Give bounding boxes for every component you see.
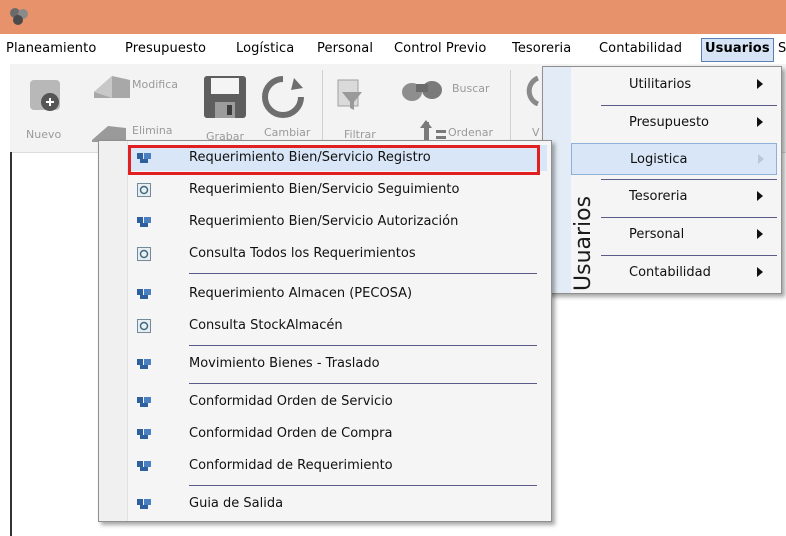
form-icon xyxy=(137,397,151,407)
submenu-item-label: Tesoreria xyxy=(629,189,688,204)
chevron-right-icon xyxy=(757,79,763,89)
menu-item-label: Requerimiento Bien/Servicio Autorización xyxy=(189,214,459,229)
binoculars-icon[interactable] xyxy=(400,76,446,104)
new-label: Nuevo xyxy=(26,128,62,141)
menu-divider xyxy=(189,345,537,346)
form-icon xyxy=(137,359,151,369)
submenu-item-label: Contabilidad xyxy=(629,265,711,280)
sort-label: Ordenar xyxy=(448,126,493,139)
highlight-box xyxy=(128,145,540,175)
toolbar-separator xyxy=(322,70,323,146)
chevron-right-icon xyxy=(757,229,763,239)
menu-s[interactable]: S xyxy=(778,41,786,56)
submenu-item-tesoreria[interactable]: Tesoreria xyxy=(571,181,777,213)
menu-divider xyxy=(189,383,537,384)
menu-divider xyxy=(189,273,537,274)
menu-item-label: Consulta Todos los Requerimientos xyxy=(189,246,416,261)
menu-item-label: Guia de Salida xyxy=(189,496,284,511)
search-label: Buscar xyxy=(452,82,490,95)
edit-label: Modifica xyxy=(132,78,178,91)
submenu-divider xyxy=(601,105,777,106)
form-icon xyxy=(137,289,151,299)
submenu-item-label: Personal xyxy=(629,227,685,242)
submenu-item-contabilidad[interactable]: Contabilidad xyxy=(571,257,777,289)
new-icon[interactable] xyxy=(28,78,62,112)
refresh-icon[interactable] xyxy=(260,74,306,120)
menu-gutter xyxy=(99,141,128,521)
refresh-label: Cambiar xyxy=(264,126,311,139)
edit-icon[interactable] xyxy=(92,72,132,100)
form-icon xyxy=(137,429,151,439)
menu-item-consulta-stock[interactable]: Consulta StockAlmacén xyxy=(127,313,547,339)
menu-bar: Planeamiento Presupuesto Logística Perso… xyxy=(0,38,786,62)
submenu-divider xyxy=(601,217,777,218)
chevron-right-icon xyxy=(757,267,763,277)
submenu-item-presupuesto[interactable]: Presupuesto xyxy=(571,107,777,139)
save-icon[interactable] xyxy=(202,74,248,120)
submenu-divider xyxy=(601,255,777,256)
menu-control-previo[interactable]: Control Previo xyxy=(394,41,486,56)
submenu-item-label: Logistica xyxy=(630,152,688,167)
menu-presupuesto[interactable]: Presupuesto xyxy=(125,41,206,56)
menu-divider xyxy=(189,485,537,486)
menu-item-label: Requerimiento Almacen (PECOSA) xyxy=(189,286,413,301)
submenu-divider xyxy=(601,179,777,180)
toolbar-separator xyxy=(510,70,511,146)
submenu-item-utilitarios[interactable]: Utilitarios xyxy=(571,69,777,101)
menu-item-label: Requerimiento Bien/Servicio Seguimiento xyxy=(189,182,460,197)
menu-item-requerimiento-almacen[interactable]: Requerimiento Almacen (PECOSA) xyxy=(127,281,547,307)
form-icon xyxy=(137,461,151,471)
form-icon xyxy=(137,217,151,227)
menu-item-conformidad-compra[interactable]: Conformidad Orden de Compra xyxy=(127,421,547,447)
menu-item-consulta-requerimientos[interactable]: Consulta Todos los Requerimientos xyxy=(127,241,547,267)
filter-icon[interactable] xyxy=(334,78,366,112)
submenu-item-label: Utilitarios xyxy=(629,77,692,92)
menu-item-requerimiento-seguimiento[interactable]: Requerimiento Bien/Servicio Seguimiento xyxy=(127,177,547,203)
submenu-item-logistica[interactable]: Logistica xyxy=(571,143,777,175)
chevron-right-icon xyxy=(757,191,763,201)
chevron-right-icon xyxy=(758,154,764,164)
menu-item-conformidad-requerimiento[interactable]: Conformidad de Requerimiento xyxy=(127,453,547,479)
menu-personal[interactable]: Personal xyxy=(317,41,373,56)
menu-item-label: Conformidad de Requerimiento xyxy=(189,458,393,473)
view-icon[interactable] xyxy=(520,76,540,106)
menu-item-guia-salida[interactable]: Guia de Salida xyxy=(127,491,547,517)
query-icon xyxy=(137,183,151,197)
form-icon xyxy=(137,499,151,509)
sort-icon[interactable] xyxy=(420,120,448,142)
title-bar xyxy=(0,0,786,34)
menu-contabilidad[interactable]: Contabilidad xyxy=(599,41,682,56)
query-icon xyxy=(137,247,151,261)
delete-label: Elimina xyxy=(132,124,173,137)
chevron-right-icon xyxy=(757,117,763,127)
view-label: V xyxy=(532,126,540,139)
menu-item-conformidad-servicio[interactable]: Conformidad Orden de Servicio xyxy=(127,389,547,415)
menu-item-label: Conformidad Orden de Compra xyxy=(189,426,393,441)
menu-item-label: Consulta StockAlmacén xyxy=(189,318,343,333)
menu-item-requerimiento-autorizacion[interactable]: Requerimiento Bien/Servicio Autorización xyxy=(127,209,547,235)
usuarios-submenu: Usuarios Utilitarios Presupuesto Logisti… xyxy=(542,66,782,294)
window-border xyxy=(10,152,12,536)
menu-usuarios[interactable]: Usuarios xyxy=(701,38,774,62)
menu-item-label: Conformidad Orden de Servicio xyxy=(189,394,393,409)
query-icon xyxy=(137,319,151,333)
submenu-item-label: Presupuesto xyxy=(629,115,709,130)
menu-logistica[interactable]: Logística xyxy=(236,41,294,56)
submenu-item-personal[interactable]: Personal xyxy=(571,219,777,251)
menu-tesoreria[interactable]: Tesoreria xyxy=(512,41,571,56)
menu-planeamiento[interactable]: Planeamiento xyxy=(6,41,96,56)
logistica-submenu: Requerimiento Bien/Servicio Registro Req… xyxy=(98,140,552,522)
menu-item-label: Movimiento Bienes - Traslado xyxy=(189,356,380,371)
menu-item-movimiento-bienes[interactable]: Movimiento Bienes - Traslado xyxy=(127,351,547,377)
app-logo-icon xyxy=(10,8,28,25)
